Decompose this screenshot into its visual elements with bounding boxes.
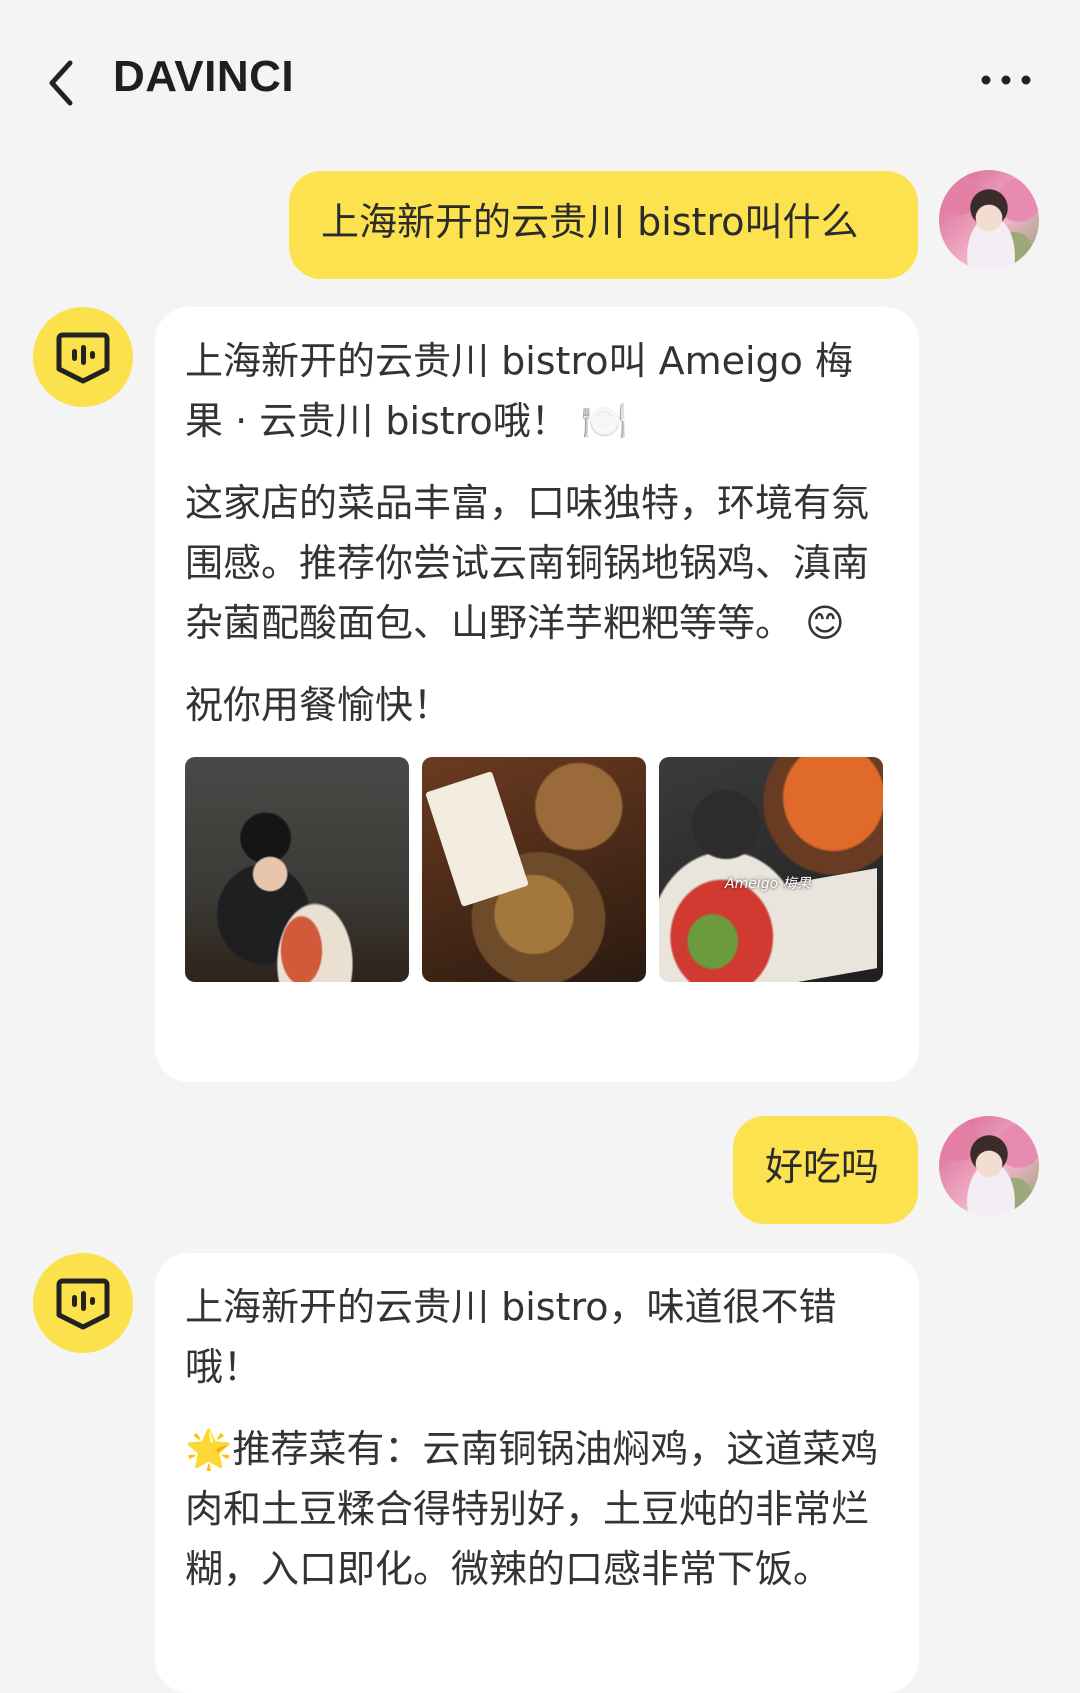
photo-gallery: Ameigo 梅果 bbox=[185, 757, 889, 982]
user-avatar[interactable] bbox=[939, 1116, 1039, 1216]
menu-card bbox=[425, 771, 529, 907]
message-paragraph: 🌟推荐菜有：云南铜锅油焖鸡，这道菜鸡肉和土豆糅合得特别好，土豆炖的非常烂糊，入口… bbox=[185, 1427, 879, 1591]
photo-caption: Ameigo 梅果 bbox=[725, 876, 811, 892]
restaurant-photo-diner[interactable] bbox=[185, 757, 409, 982]
bot-logo-icon bbox=[56, 1278, 110, 1330]
assistant-message-bubble: 上海新开的云贵川 bistro，味道很不错哦！ 🌟推荐菜有：云南铜锅油焖鸡，这道… bbox=[155, 1253, 919, 1693]
chat-title: DAVINCI bbox=[113, 52, 295, 101]
restaurant-photo-table[interactable]: Ameigo 梅果 bbox=[659, 757, 883, 982]
back-button[interactable] bbox=[40, 55, 86, 111]
more-dots-icon bbox=[981, 75, 1031, 85]
user-avatar[interactable] bbox=[939, 170, 1039, 270]
restaurant-photo-dish[interactable] bbox=[422, 757, 646, 982]
chevron-left-icon bbox=[49, 60, 73, 106]
message-paragraph: 祝你用餐愉快！ bbox=[185, 683, 452, 727]
bot-avatar[interactable] bbox=[33, 1253, 133, 1353]
assistant-message-bubble: 上海新开的云贵川 bistro叫 Ameigo 梅果 · 云贵川 bistro哦… bbox=[155, 307, 919, 1082]
message-text: 上海新开的云贵川 bistro叫什么 bbox=[321, 200, 859, 244]
bot-avatar[interactable] bbox=[33, 307, 133, 407]
user-message-bubble: 上海新开的云贵川 bistro叫什么 bbox=[289, 171, 918, 279]
user-message-bubble: 好吃吗 bbox=[733, 1116, 918, 1224]
bot-logo-icon bbox=[56, 332, 110, 384]
chat-header: DAVINCI bbox=[0, 0, 1080, 150]
message-paragraph: 上海新开的云贵川 bistro叫 Ameigo 梅果 · 云贵川 bistro哦… bbox=[185, 339, 853, 443]
more-options-button[interactable] bbox=[978, 62, 1034, 98]
message-text: 好吃吗 bbox=[765, 1145, 880, 1189]
message-paragraph: 这家店的菜品丰富，口味独特，环境有氛围感。推荐你尝试云南铜锅地锅鸡、滇南杂菌配酸… bbox=[185, 481, 870, 645]
message-paragraph: 上海新开的云贵川 bistro，味道很不错哦！ bbox=[185, 1285, 837, 1389]
